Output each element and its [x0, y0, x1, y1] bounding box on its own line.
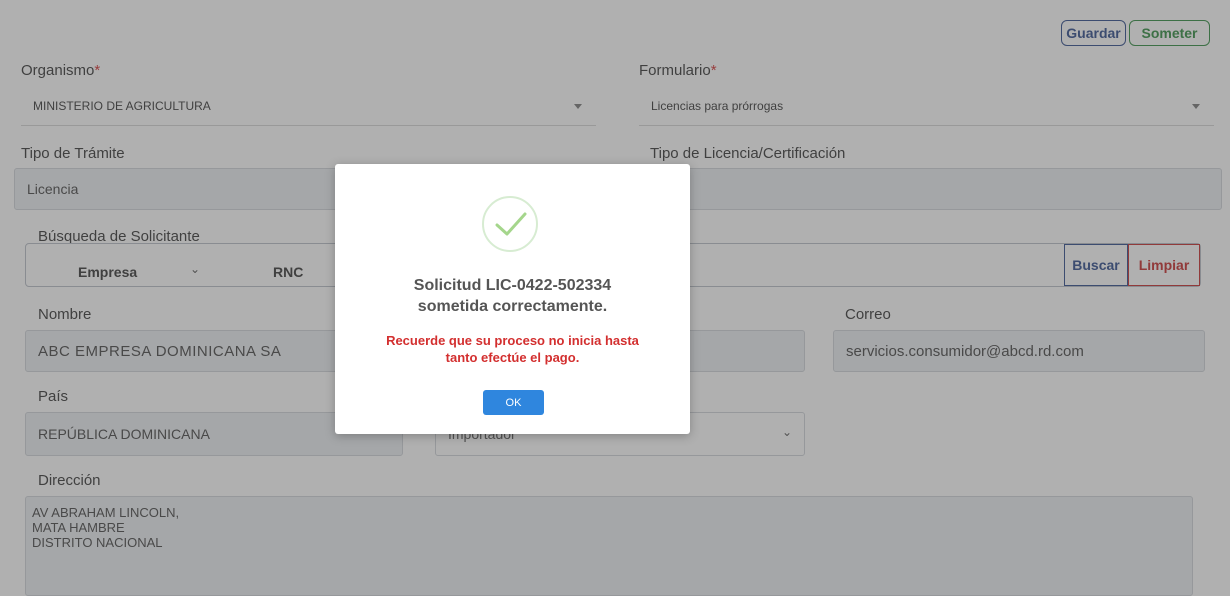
success-icon-circle: [482, 196, 538, 252]
dialog-title: Solicitud LIC-0422-502334 sometida corre…: [413, 277, 612, 315]
success-dialog: Solicitud LIC-0422-502334 sometida corre…: [335, 164, 690, 434]
dialog-message: Recuerde que su proceso no inicia hasta …: [386, 333, 639, 365]
check-icon: [495, 212, 527, 236]
ok-button[interactable]: OK: [483, 390, 544, 415]
